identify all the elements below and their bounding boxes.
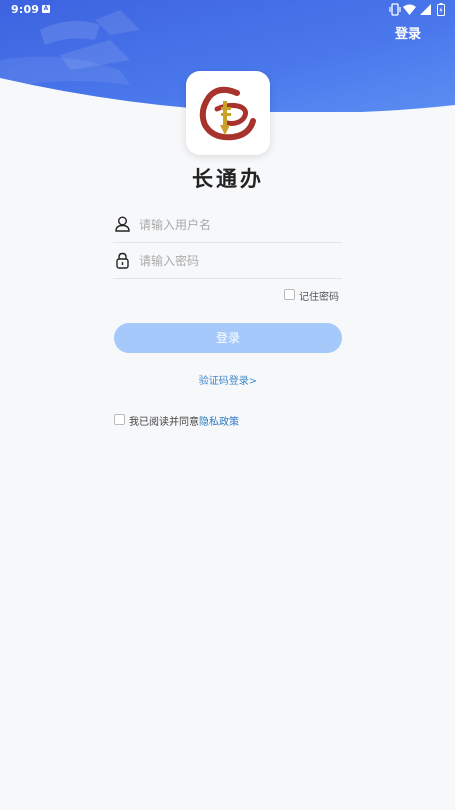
app-logo-icon xyxy=(199,86,256,141)
status-bar: 9:09 A xyxy=(0,0,455,20)
password-input[interactable] xyxy=(139,249,339,273)
signal-icon xyxy=(420,4,431,15)
privacy-agreement: 我已阅读并同意隐私政策 xyxy=(113,412,273,428)
privacy-policy-link[interactable]: 隐私政策 xyxy=(199,417,239,428)
agreement-text: 我已阅读并同意 xyxy=(129,417,199,428)
lock-icon xyxy=(116,252,129,269)
app-logo xyxy=(186,71,270,155)
sms-code-login-link[interactable]: 验证码登录> xyxy=(163,372,293,390)
agreement-checkbox[interactable] xyxy=(114,414,125,425)
login-button[interactable]: 登录 xyxy=(114,323,342,353)
user-icon xyxy=(115,216,130,232)
app-name: 长通办 xyxy=(192,166,264,191)
remember-password-checkbox[interactable] xyxy=(284,289,295,300)
username-input[interactable] xyxy=(139,213,339,237)
vibrate-icon xyxy=(389,3,401,16)
username-field xyxy=(113,207,342,243)
header-login-button[interactable]: 登录 xyxy=(385,24,431,46)
agreement-text-row: 我已阅读并同意隐私政策 xyxy=(129,413,239,428)
battery-icon xyxy=(437,3,445,16)
remember-password-option[interactable]: 记住密码 xyxy=(283,287,345,303)
password-field xyxy=(113,243,342,279)
remember-password-label: 记住密码 xyxy=(299,292,339,303)
a-notification-icon: A xyxy=(42,5,50,13)
status-time: 9:09 xyxy=(11,3,40,16)
wifi-icon xyxy=(403,4,416,15)
